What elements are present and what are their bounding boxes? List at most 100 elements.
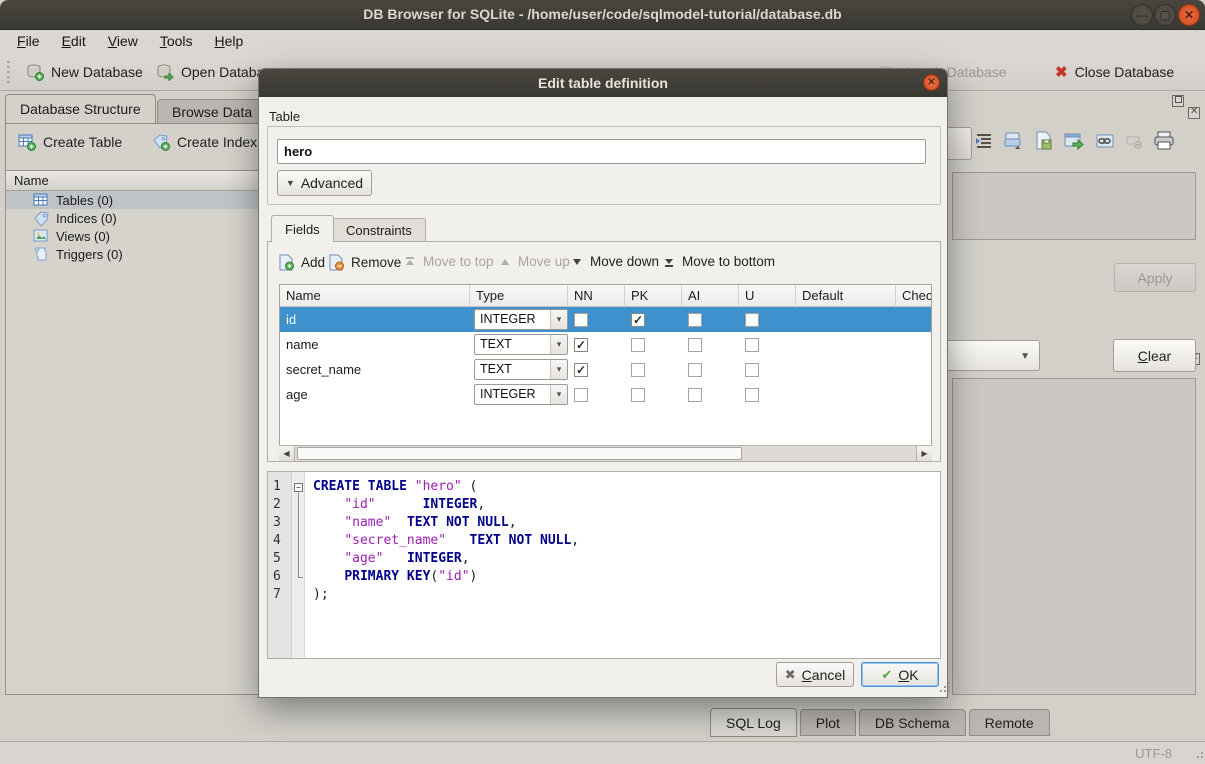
tab-db-schema[interactable]: DB Schema	[859, 709, 966, 736]
ok-button[interactable]: ✔ OK	[861, 662, 939, 687]
pk-checkbox[interactable]	[631, 363, 645, 377]
table-name-input[interactable]	[277, 139, 926, 164]
print-icon[interactable]	[1153, 130, 1177, 155]
dialog-close-icon[interactable]: ✕	[923, 74, 940, 91]
tab-sql-log[interactable]: SQL Log	[710, 708, 797, 737]
scroll-right-icon[interactable]: ▶	[916, 446, 932, 461]
pk-checkbox[interactable]: ✓	[631, 313, 645, 327]
nn-checkbox[interactable]	[574, 313, 588, 327]
nn-checkbox[interactable]	[574, 388, 588, 402]
move-down-button[interactable]: Move down	[571, 254, 659, 269]
pk-checkbox[interactable]	[631, 338, 645, 352]
move-to-top-button[interactable]: Move to top	[404, 254, 494, 269]
tab-remote[interactable]: Remote	[969, 709, 1050, 736]
field-name-cell[interactable]: secret_name	[280, 357, 470, 382]
tab-browse-data[interactable]: Browse Data	[157, 99, 267, 123]
tab-database-structure[interactable]: Database Structure	[5, 94, 156, 123]
advanced-button[interactable]: ▼ Advanced	[277, 170, 372, 196]
link-icon[interactable]	[1095, 131, 1117, 156]
dock-close-icon[interactable]: ✕	[1188, 107, 1200, 119]
minimize-icon[interactable]: —	[1131, 4, 1153, 26]
tree-item-tables-0[interactable]: Tables (0)	[6, 191, 258, 209]
move-up-button[interactable]: Move up	[499, 254, 570, 269]
type-combobox[interactable]: INTEGER▾	[474, 309, 568, 330]
menu-view[interactable]: View	[97, 30, 149, 52]
u-checkbox[interactable]	[745, 313, 759, 327]
field-row-name[interactable]: nameTEXT▾ ✓	[280, 332, 931, 357]
fold-collapse-icon[interactable]: −	[294, 483, 303, 492]
field-row-secret-name[interactable]: secret_nameTEXT▾ ✓	[280, 357, 931, 382]
apply-button[interactable]: Apply	[1114, 263, 1196, 292]
menu-tools[interactable]: Tools	[149, 30, 204, 52]
menu-help[interactable]: Help	[204, 30, 255, 52]
create-table-button[interactable]: Create Table	[18, 133, 122, 151]
format-indent-icon[interactable]	[974, 131, 994, 154]
maximize-icon[interactable]: ▢	[1154, 4, 1176, 26]
column-header-check[interactable]: Check	[896, 285, 932, 307]
tab-fields[interactable]: Fields	[271, 215, 334, 242]
open-sql-file-icon[interactable]	[1003, 130, 1025, 155]
create-index-button[interactable]: Create Index	[152, 133, 257, 151]
column-header-type[interactable]: Type	[470, 285, 568, 307]
resize-grip[interactable]	[1197, 756, 1199, 758]
u-checkbox[interactable]	[745, 388, 759, 402]
column-header-u[interactable]: U	[739, 285, 796, 307]
ai-checkbox[interactable]	[688, 313, 702, 327]
field-name-cell[interactable]: name	[280, 332, 470, 357]
ai-checkbox[interactable]	[688, 338, 702, 352]
cancel-button[interactable]: ✖ Cancel	[776, 662, 854, 687]
window-titlebar[interactable]: DB Browser for SQLite - /home/user/code/…	[0, 0, 1205, 30]
column-header-pk[interactable]: PK	[625, 285, 682, 307]
type-combobox[interactable]: INTEGER▾	[474, 384, 568, 405]
sql-preview[interactable]: 1234567 − CREATE TABLE "hero" ( "id" INT…	[267, 471, 941, 659]
add-field-button[interactable]: Add	[279, 254, 325, 271]
save-sql-file-icon[interactable]	[1033, 130, 1055, 155]
menu-edit[interactable]: Edit	[51, 30, 97, 52]
ai-checkbox[interactable]	[688, 363, 702, 377]
u-checkbox[interactable]	[745, 338, 759, 352]
column-header-default[interactable]: Default	[796, 285, 896, 307]
move-to-bottom-button[interactable]: Move to bottom	[663, 254, 775, 269]
dock-float-icon[interactable]	[1172, 95, 1184, 107]
dialog-titlebar[interactable]: Edit table definition	[259, 69, 947, 97]
type-combobox[interactable]: TEXT▾	[474, 359, 568, 380]
ai-checkbox[interactable]	[688, 388, 702, 402]
sql-log-filter-combobox[interactable]: ▼	[948, 340, 1040, 371]
field-row-id[interactable]: idINTEGER▾ ✓	[280, 307, 931, 332]
clear-button[interactable]: Clear	[1113, 339, 1196, 372]
horizontal-scrollbar[interactable]: ◀ ▶	[279, 445, 932, 461]
partial-toolbar-button[interactable]	[948, 127, 972, 160]
column-header-ai[interactable]: AI	[682, 285, 739, 307]
remove-field-button[interactable]: Remove	[329, 254, 401, 271]
pk-checkbox[interactable]	[631, 388, 645, 402]
tree-item-triggers-0[interactable]: Triggers (0)	[6, 245, 258, 263]
field-name-cell[interactable]: age	[280, 382, 470, 407]
tree-item-views-0[interactable]: Views (0)	[6, 227, 258, 245]
field-name-cell[interactable]: id	[280, 307, 470, 332]
tab-constraints[interactable]: Constraints	[332, 218, 426, 242]
toolbar-handle[interactable]	[7, 61, 10, 83]
dialog-resize-grip[interactable]	[940, 690, 942, 692]
nn-checkbox[interactable]: ✓	[574, 363, 588, 377]
close-icon[interactable]: ✕	[1178, 4, 1200, 26]
type-combobox[interactable]: TEXT▾	[474, 334, 568, 355]
tab-plot[interactable]: Plot	[800, 709, 856, 736]
edit-cell-pane[interactable]	[952, 172, 1196, 240]
nn-checkbox[interactable]: ✓	[574, 338, 588, 352]
sql-log-pane[interactable]	[952, 378, 1196, 695]
u-checkbox[interactable]	[745, 363, 759, 377]
tree-item-indices-0[interactable]: Indices (0)	[6, 209, 258, 227]
close-database-button[interactable]: ✖ Close Database	[1055, 57, 1174, 87]
encoding-indicator[interactable]: UTF-8	[1135, 746, 1172, 761]
column-header-name[interactable]: Name	[280, 285, 470, 307]
column-header-nn[interactable]: NN	[568, 285, 625, 307]
execute-sql-icon[interactable]	[1063, 131, 1085, 156]
scrollbar-track[interactable]	[742, 446, 916, 461]
tree-column-header-name[interactable]: Name	[6, 171, 258, 191]
disabled-tool-icon[interactable]	[1125, 133, 1145, 154]
scrollbar-thumb[interactable]	[297, 447, 742, 460]
scroll-left-icon[interactable]: ◀	[279, 446, 295, 461]
menu-file[interactable]: File	[6, 30, 51, 52]
field-row-age[interactable]: ageINTEGER▾	[280, 382, 931, 407]
new-database-button[interactable]: New Database	[26, 57, 143, 87]
